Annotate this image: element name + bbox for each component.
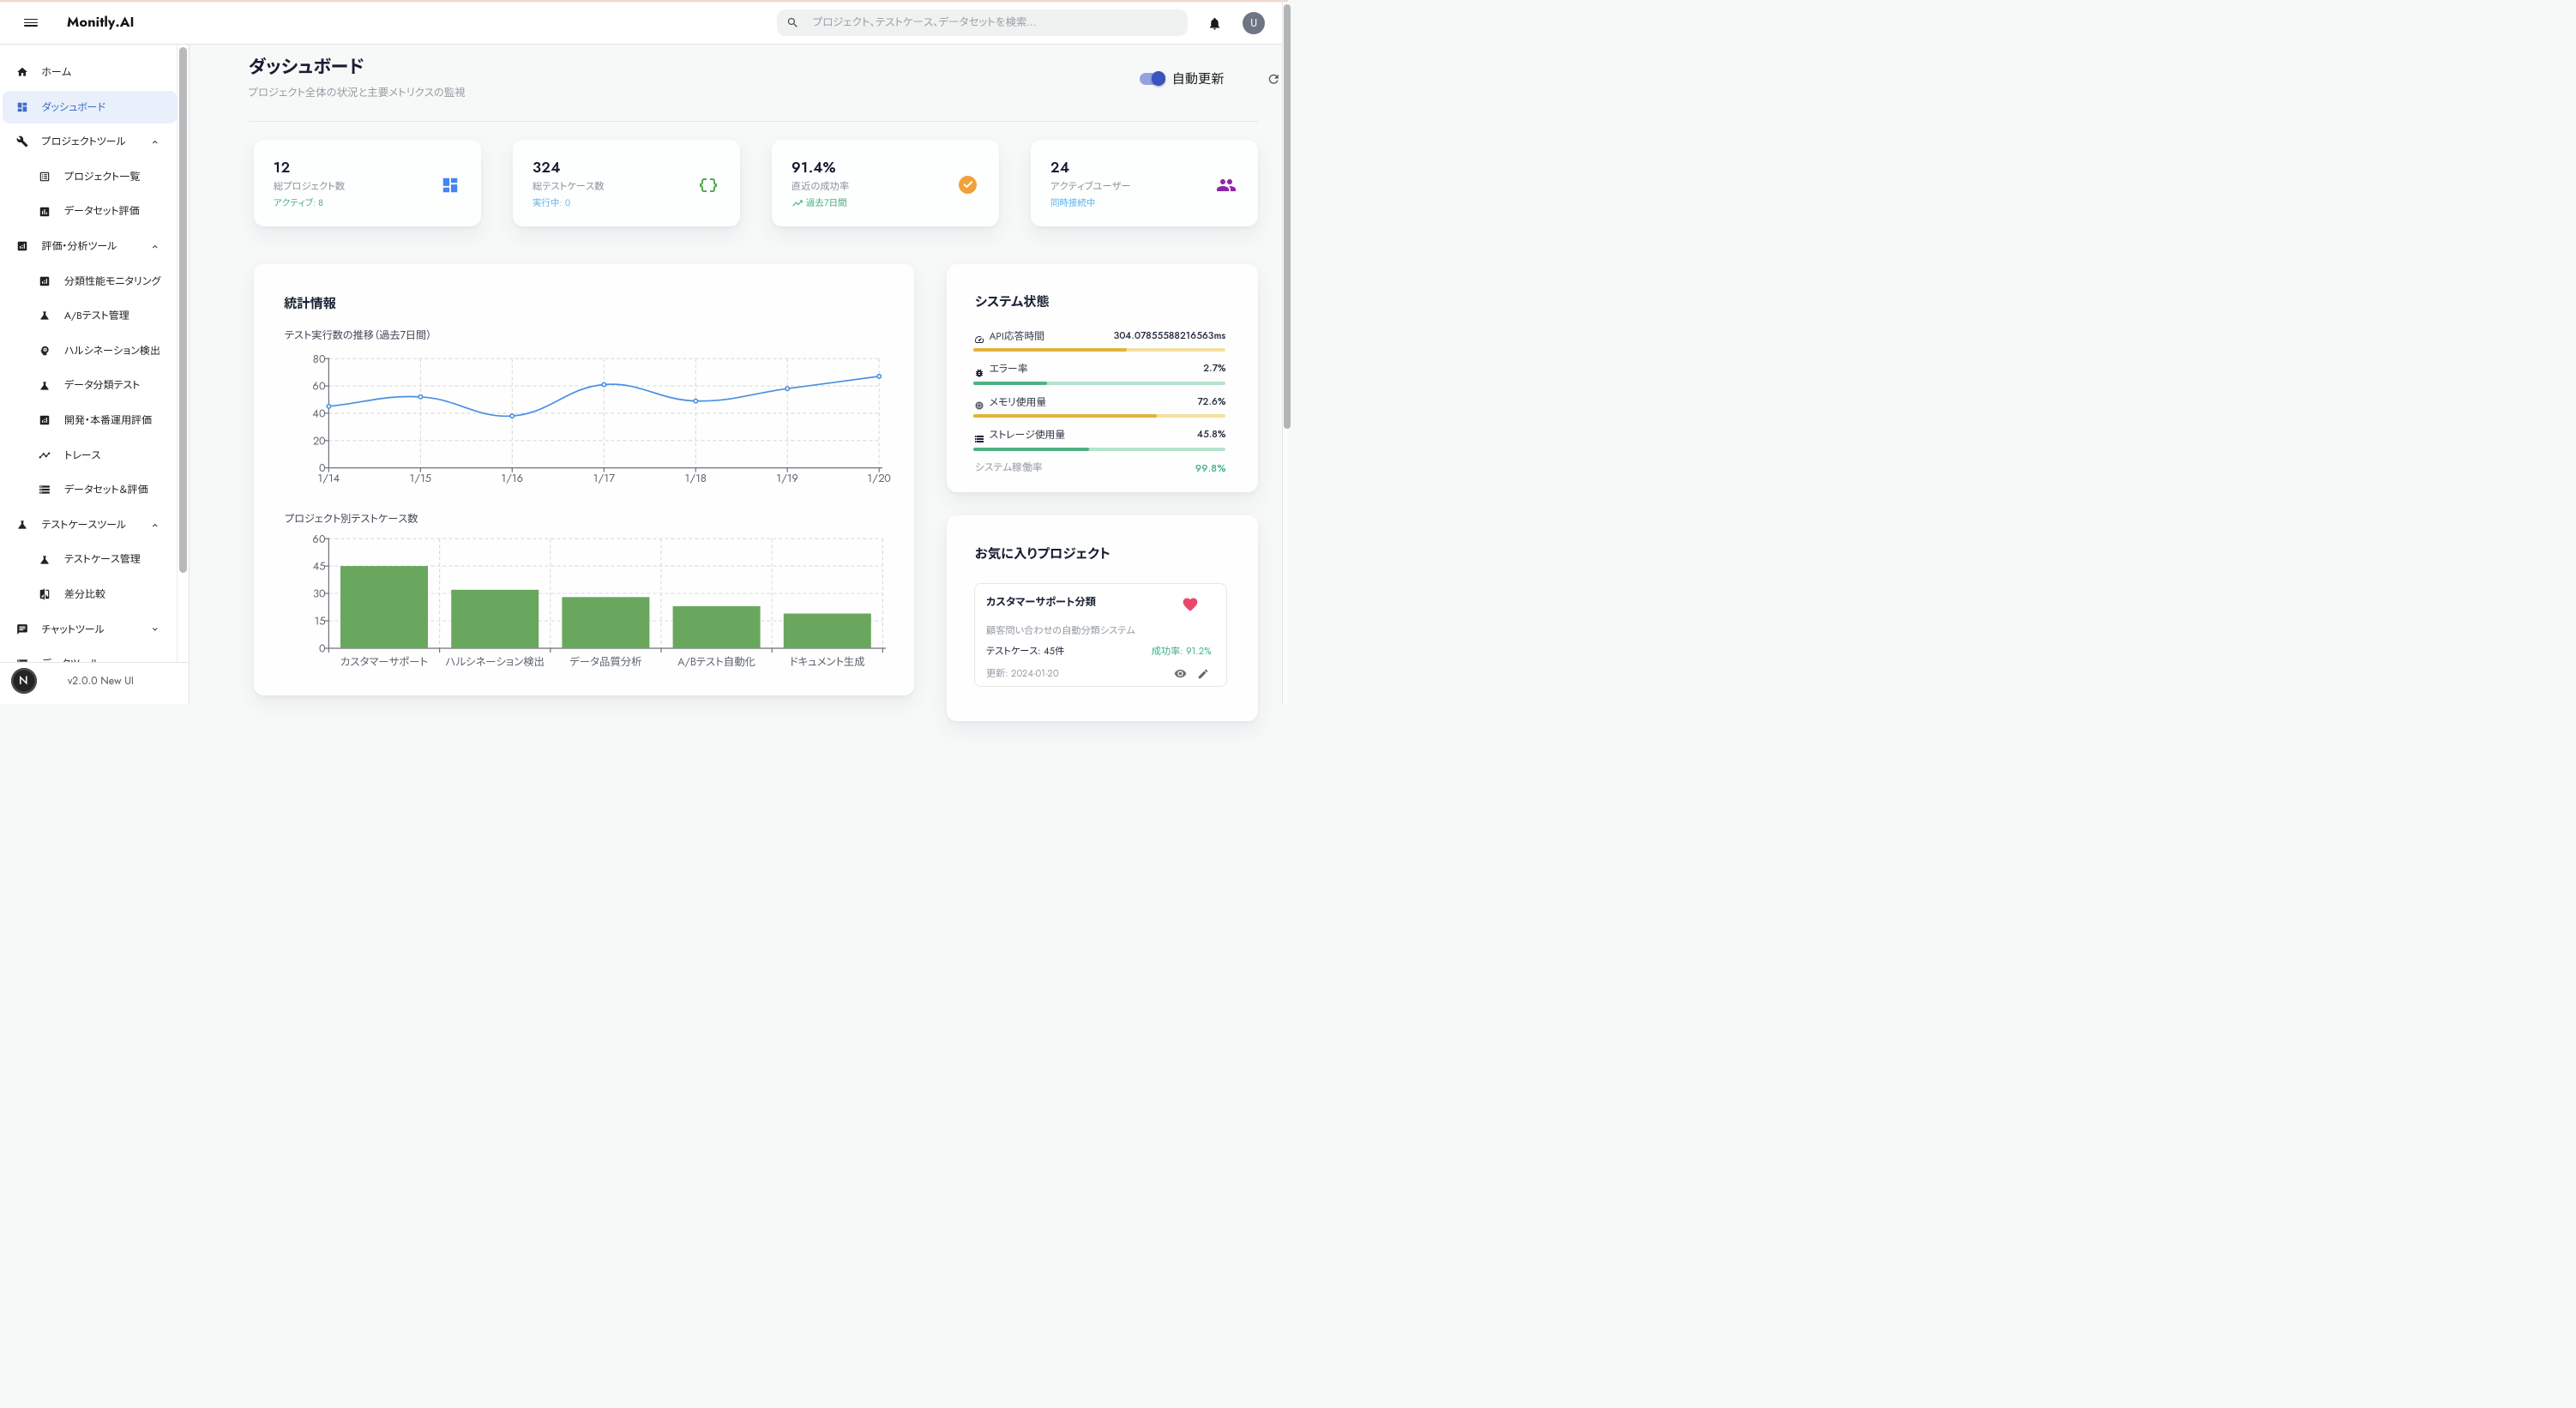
svg-text:1/18: 1/18 (685, 470, 707, 486)
svg-text:1/15: 1/15 (410, 470, 432, 486)
svg-text:60: 60 (313, 531, 326, 547)
svg-text:1/17: 1/17 (593, 470, 615, 486)
svg-text:データ品質分析: データ品質分析 (570, 654, 643, 670)
svg-text:カスタマーサポート: カスタマーサポート (340, 654, 428, 670)
svg-text:1/16: 1/16 (502, 470, 524, 486)
svg-text:A/Bテスト自動化: A/Bテスト自動化 (678, 654, 756, 670)
svg-text:1/14: 1/14 (318, 470, 340, 486)
svg-text:40: 40 (313, 406, 327, 422)
svg-text:60: 60 (313, 378, 326, 394)
svg-text:45: 45 (313, 558, 326, 575)
svg-text:ハルシネーション検出: ハルシネーション検出 (445, 654, 545, 670)
svg-text:0: 0 (319, 641, 326, 657)
svg-text:80: 80 (313, 351, 326, 367)
svg-text:15: 15 (315, 613, 326, 629)
svg-text:1/20: 1/20 (868, 470, 892, 486)
svg-text:ドキュメント生成: ドキュメント生成 (790, 654, 866, 670)
svg-text:30: 30 (313, 586, 326, 602)
svg-text:1/19: 1/19 (777, 470, 799, 486)
svg-text:20: 20 (313, 433, 326, 449)
